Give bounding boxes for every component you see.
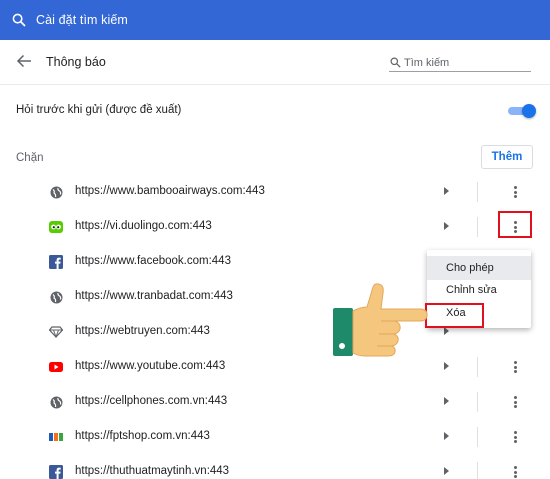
diamond-icon [49, 325, 63, 339]
site-url: https://cellphones.com.vn:443 [75, 395, 228, 407]
more-options-icon[interactable] [508, 464, 522, 479]
block-section-label: Chặn [16, 152, 44, 164]
open-arrow-icon[interactable] [444, 467, 449, 475]
more-button-highlight [498, 211, 532, 238]
menu-item-allow[interactable]: Cho phép [427, 256, 531, 280]
open-arrow-icon[interactable] [444, 432, 449, 440]
site-row[interactable]: https://www.youtube.com:443 [0, 350, 550, 385]
row-divider [477, 182, 478, 202]
site-row[interactable]: https://thuthuatmaytinh.vn:443 [0, 455, 550, 479]
page-title: Thông báo [46, 55, 106, 69]
site-row[interactable]: https://vi.duolingo.com:443 [0, 210, 550, 245]
ask-before-sending-label: Hỏi trước khi gửi (được đề xuất) [16, 104, 182, 116]
search-input[interactable] [404, 56, 524, 69]
globe-icon [49, 185, 63, 199]
search-icon [390, 57, 401, 68]
site-url: https://www.facebook.com:443 [75, 255, 231, 267]
row-divider [477, 392, 478, 412]
top-search-bar[interactable]: Cài đặt tìm kiếm [0, 0, 550, 40]
page-header: Thông báo [0, 40, 550, 84]
site-url: https://www.youtube.com:443 [75, 360, 226, 372]
more-options-icon[interactable] [508, 394, 522, 410]
site-url: https://thuthuatmaytinh.vn:443 [75, 465, 230, 477]
search-icon [12, 13, 26, 27]
row-divider [477, 427, 478, 447]
facebook-icon [49, 465, 63, 479]
fptshop-icon [49, 430, 63, 444]
open-arrow-icon[interactable] [444, 397, 449, 405]
header-divider [0, 84, 550, 85]
delete-item-highlight [425, 303, 484, 328]
open-arrow-icon[interactable] [444, 362, 449, 370]
toggle-knob [522, 104, 536, 118]
open-arrow-icon[interactable] [444, 327, 449, 335]
search-box[interactable] [389, 54, 531, 72]
youtube-icon [49, 360, 63, 374]
pointing-hand-icon [333, 283, 428, 357]
row-divider [477, 217, 478, 237]
site-url: https://fptshop.com.vn:443 [75, 430, 210, 442]
add-button[interactable]: Thêm [481, 145, 533, 169]
open-arrow-icon[interactable] [444, 222, 449, 230]
menu-item-edit[interactable]: Chỉnh sửa [427, 278, 531, 302]
row-divider [477, 462, 478, 479]
site-url: https://vi.duolingo.com:443 [75, 220, 212, 232]
settings-search-title: Cài đặt tìm kiếm [36, 13, 128, 27]
site-url: https://webtruyen.com:443 [75, 325, 210, 337]
site-row[interactable]: https://cellphones.com.vn:443 [0, 385, 550, 420]
site-row[interactable]: https://www.bambooairways.com:443 [0, 175, 550, 210]
more-options-icon[interactable] [508, 359, 522, 375]
site-row[interactable]: https://fptshop.com.vn:443 [0, 420, 550, 455]
site-url: https://www.tranbadat.com:443 [75, 290, 233, 302]
open-arrow-icon[interactable] [444, 187, 449, 195]
duolingo-icon [49, 220, 63, 234]
back-arrow-icon[interactable] [16, 54, 32, 68]
more-options-icon[interactable] [508, 429, 522, 445]
globe-icon [49, 395, 63, 409]
facebook-icon [49, 255, 63, 269]
globe-icon [49, 290, 63, 304]
row-divider [477, 357, 478, 377]
site-url: https://www.bambooairways.com:443 [75, 185, 265, 197]
more-options-icon[interactable] [508, 184, 522, 200]
ask-before-sending-toggle[interactable] [508, 104, 536, 118]
